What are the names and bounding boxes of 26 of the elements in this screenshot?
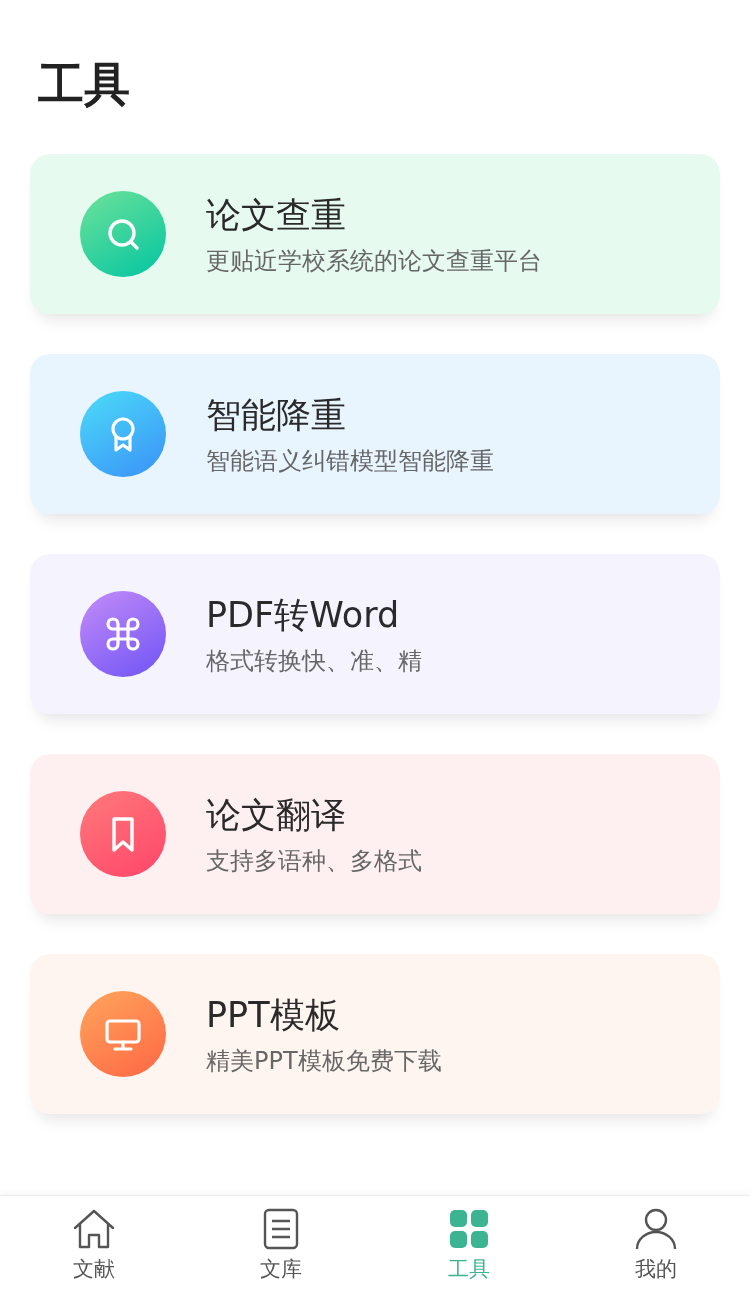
command-icon <box>106 617 140 651</box>
search-icon <box>108 219 139 250</box>
tool-subtitle: 精美PPT模板免费下载 <box>206 1045 442 1077</box>
tool-card[interactable]: PPT模板 精美PPT模板免费下载 <box>30 954 720 1114</box>
user-icon <box>634 1207 679 1251</box>
tool-title: 论文查重 <box>206 193 347 237</box>
monitor-icon <box>105 1019 141 1051</box>
tool-subtitle: 支持多语种、多格式 <box>206 845 422 877</box>
nav-tab[interactable]: 文库 <box>187 1196 375 1294</box>
tool-card[interactable]: PDF转Word 格式转换快、准、精 <box>30 554 720 714</box>
nav-tab[interactable]: 我的 <box>562 1196 750 1294</box>
tool-title: PPT模板 <box>206 993 341 1037</box>
tool-title: 论文翻译 <box>206 793 347 837</box>
tool-card[interactable]: 论文翻译 支持多语种、多格式 <box>30 754 720 914</box>
bookmark-icon <box>112 817 134 852</box>
tool-card[interactable]: 论文查重 更贴近学校系统的论文查重平台 <box>30 154 720 314</box>
tool-subtitle: 格式转换快、准、精 <box>206 645 422 677</box>
nav-tab[interactable]: 文献 <box>0 1196 188 1294</box>
tool-subtitle: 更贴近学校系统的论文查重平台 <box>206 245 542 277</box>
tool-title: PDF转Word <box>206 593 401 637</box>
page-title: 工具 <box>38 56 131 113</box>
award-icon <box>111 417 135 452</box>
tool-subtitle: 智能语义纠错模型智能降重 <box>206 445 494 477</box>
home-icon <box>71 1207 116 1251</box>
tool-title: 智能降重 <box>206 393 347 437</box>
tool-card[interactable]: 智能降重 智能语义纠错模型智能降重 <box>30 354 720 514</box>
